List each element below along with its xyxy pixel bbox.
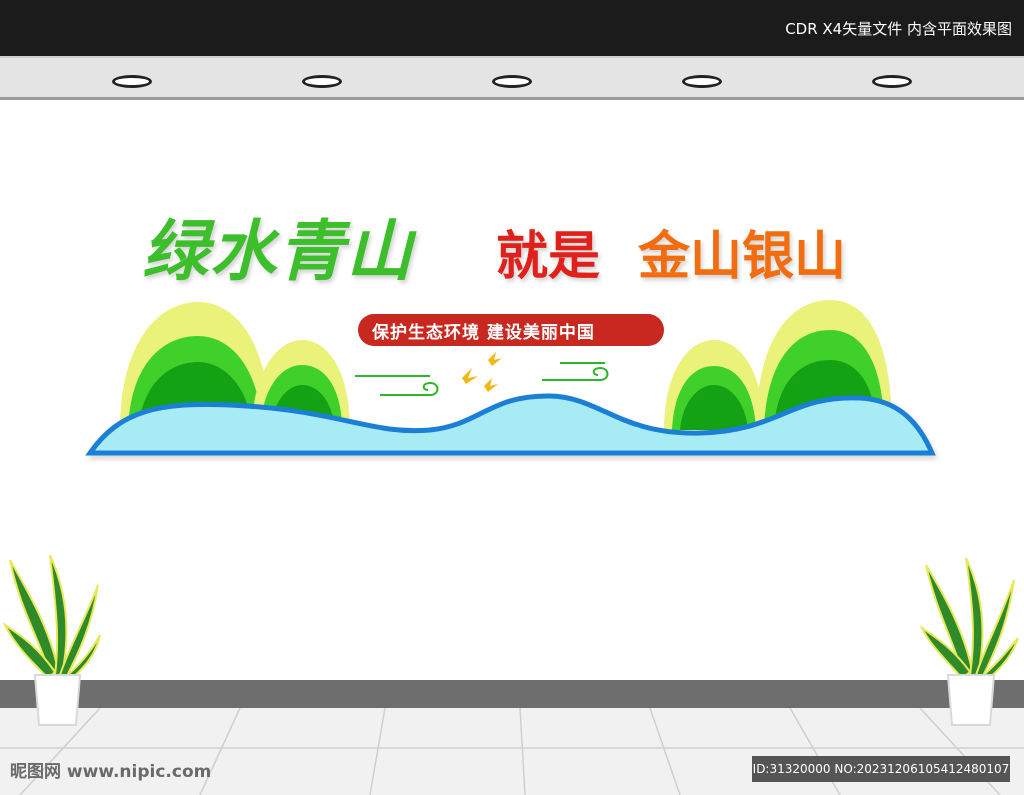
top-bar: CDR X4矢量文件 内含平面效果图	[0, 0, 1024, 56]
ceiling-light	[112, 75, 152, 88]
plant-left	[2, 554, 101, 726]
slogan-orange-text: 金山银山	[638, 227, 847, 287]
cloud-right	[542, 362, 609, 381]
watermark-id: ID:31320000 NO:20231206105412480107	[752, 756, 1010, 782]
right-small-mountain	[664, 340, 764, 430]
top-bar-caption: CDR X4矢量文件 内含平面效果图	[785, 20, 1012, 38]
ceiling-light	[682, 75, 722, 88]
ceiling-light	[872, 75, 912, 88]
cloud-left	[355, 375, 439, 396]
subtitle-text: 保护生态环境 建设美丽中国	[372, 323, 595, 343]
watermark-site: 昵图网 www.nipic.com	[10, 762, 212, 782]
slogan-green-text: 绿水青山	[142, 212, 414, 290]
plant-right	[919, 557, 1019, 726]
ceiling	[0, 56, 1024, 100]
ceiling-light	[302, 75, 342, 88]
water-wave	[85, 393, 936, 456]
slogan-red-text: 就是	[496, 227, 601, 287]
baseboard	[0, 680, 1024, 708]
ceiling-light	[492, 75, 532, 88]
birds-icon	[462, 352, 502, 392]
